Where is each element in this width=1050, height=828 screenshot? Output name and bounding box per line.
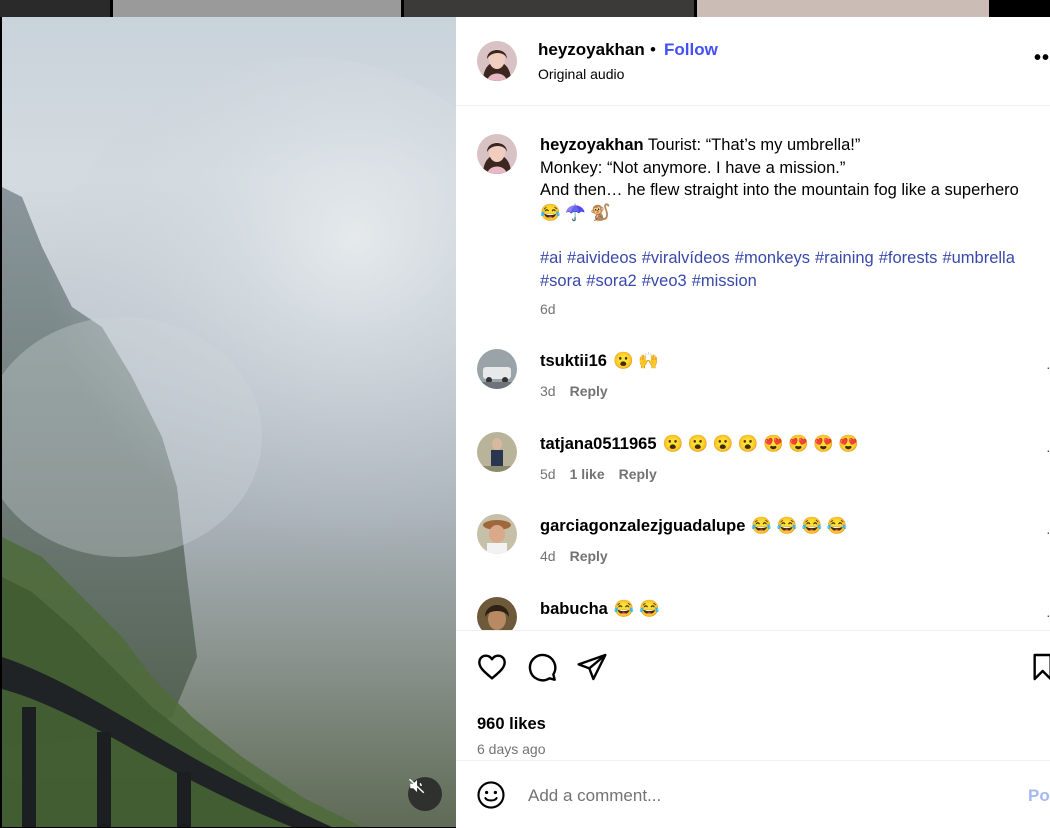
comment-body: tatjana0511965 😮 😮 😮 😮 😍 😍 😍 😍 xyxy=(540,435,859,454)
comment-timestamp[interactable]: 3d xyxy=(540,383,556,399)
separator-dot: • xyxy=(650,40,656,59)
comment: babucha 😂 😂 · xyxy=(456,597,1050,630)
hashtag-link[interactable]: #raining xyxy=(815,249,874,267)
comment-meta: 5d 1 like Reply xyxy=(540,466,671,482)
emoji-icon[interactable] xyxy=(476,780,506,810)
hashtag-link[interactable]: #aivideos xyxy=(567,249,637,267)
comment-username[interactable]: babucha xyxy=(540,600,608,618)
comment-icon[interactable] xyxy=(526,651,558,683)
comment-meta: 3d Reply xyxy=(540,383,622,399)
video-frame xyxy=(2,57,456,827)
post-actions: 960 likes 6 days ago xyxy=(456,630,1050,761)
hashtag-link[interactable]: #ai xyxy=(540,249,562,267)
post-author-username[interactable]: heyzoyakhan xyxy=(538,40,645,60)
post-comment-button[interactable]: Post xyxy=(1028,786,1050,806)
share-icon[interactable] xyxy=(576,651,608,683)
comment-username[interactable]: tsuktii16 xyxy=(540,352,607,370)
commenter-avatar[interactable] xyxy=(477,432,517,472)
caption-line: Monkey: “Not anymore. I have a mission.” xyxy=(540,158,846,177)
comment-body: garciagonzalezjguadalupe 😂 😂 😂 😂 xyxy=(540,517,847,536)
comment-text: 😮 🙌 xyxy=(612,352,659,370)
follow-button[interactable]: Follow xyxy=(664,40,718,60)
comment-username[interactable]: tatjana0511965 xyxy=(540,435,657,453)
comment-more-icon[interactable]: · xyxy=(1046,442,1050,458)
comment-composer: Post xyxy=(456,760,1050,828)
comment-input[interactable] xyxy=(526,781,1010,811)
comment-more-icon[interactable]: · xyxy=(1046,524,1050,540)
caption-line: Tourist: “That’s my umbrella!” xyxy=(647,136,861,154)
commenter-avatar[interactable] xyxy=(477,597,517,630)
hashtag-link[interactable]: #mission xyxy=(692,272,757,290)
comment-body: tsuktii16 😮 🙌 xyxy=(540,352,659,371)
post-panel: heyzoyakhan • Follow Original audio •• h… xyxy=(456,17,1050,828)
reply-button[interactable]: Reply xyxy=(570,548,608,564)
reply-button[interactable]: Reply xyxy=(570,383,608,399)
comment-timestamp[interactable]: 4d xyxy=(540,548,556,564)
thumbnail[interactable] xyxy=(0,0,110,17)
thumbnail[interactable] xyxy=(404,0,694,17)
caption-timestamp[interactable]: 6d xyxy=(540,301,556,317)
hashtag-link[interactable]: #monkeys xyxy=(735,249,810,267)
post-timestamp[interactable]: 6 days ago xyxy=(477,741,546,757)
comment-text: 😂 😂 xyxy=(613,600,660,618)
thumbnail[interactable] xyxy=(697,0,989,17)
hashtag-link[interactable]: #viralvídeos xyxy=(642,249,730,267)
commenter-avatar[interactable] xyxy=(477,349,517,389)
mute-button[interactable] xyxy=(408,777,442,811)
comment-text: 😂 😂 😂 😂 xyxy=(751,517,848,535)
bookmark-icon[interactable] xyxy=(1032,651,1050,683)
heart-icon[interactable] xyxy=(476,651,508,683)
comment-likes[interactable]: 1 like xyxy=(570,466,605,482)
audio-link[interactable]: Original audio xyxy=(538,66,624,82)
post-header: heyzoyakhan • Follow Original audio •• xyxy=(456,17,1050,106)
reply-button[interactable]: Reply xyxy=(619,466,657,482)
post-caption: heyzoyakhan Tourist: “That’s my umbrella… xyxy=(540,134,1050,224)
caption-username[interactable]: heyzoyakhan xyxy=(540,136,644,154)
comment-timestamp[interactable]: 5d xyxy=(540,466,556,482)
commenter-avatar[interactable] xyxy=(477,514,517,554)
hashtag-link[interactable]: #sora2 xyxy=(586,272,636,290)
caption-line: And then… he flew straight into the moun… xyxy=(540,181,1019,199)
comment-body: babucha 😂 😂 xyxy=(540,600,660,619)
comment-meta: 4d Reply xyxy=(540,548,622,564)
hashtag-link[interactable]: #umbrella xyxy=(942,249,1014,267)
comment-text: 😮 😮 😮 😮 😍 😍 😍 😍 xyxy=(662,435,859,453)
muted-speaker-icon xyxy=(408,778,425,794)
hashtag-link[interactable]: #veo3 xyxy=(642,272,687,290)
more-options-icon[interactable]: •• xyxy=(1034,47,1050,70)
likes-count[interactable]: 960 likes xyxy=(477,715,546,734)
hashtag-link[interactable]: #sora xyxy=(540,272,581,290)
thumbnail-strip xyxy=(0,0,1050,17)
comment-more-icon[interactable]: · xyxy=(1046,359,1050,375)
avatar[interactable] xyxy=(477,41,517,81)
comment-username[interactable]: garciagonzalezjguadalupe xyxy=(540,517,745,535)
hashtag-list: #ai #aivideos #viralvídeos #monkeys #raining… xyxy=(540,247,1050,292)
caption-avatar[interactable] xyxy=(477,134,517,174)
video-player[interactable] xyxy=(2,17,456,827)
thumbnail[interactable] xyxy=(113,0,401,17)
comment-more-icon[interactable]: · xyxy=(1046,607,1050,623)
caption-emojis: 😂 ☂️ 🐒 xyxy=(540,203,611,222)
hashtag-link[interactable]: #forests xyxy=(879,249,938,267)
